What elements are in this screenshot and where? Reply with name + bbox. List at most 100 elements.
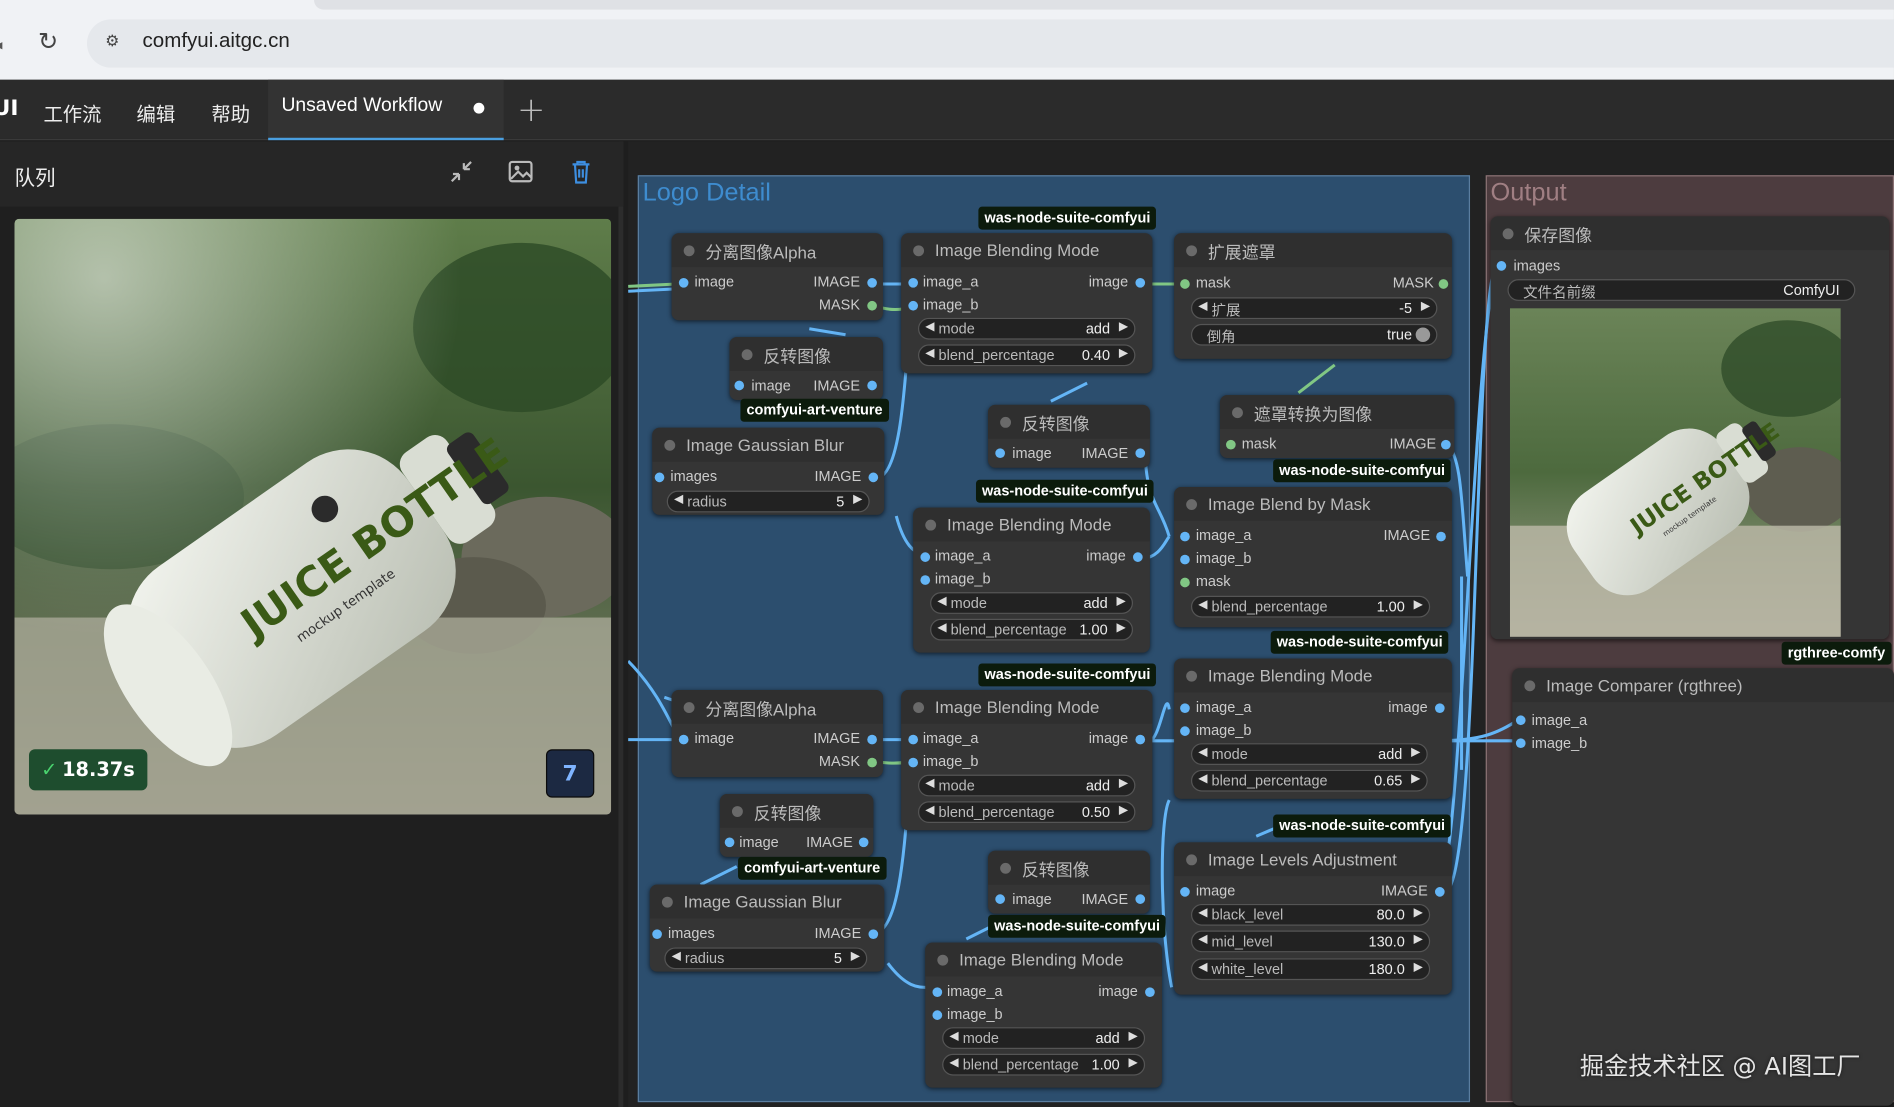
blend-percentage-widget[interactable]: ◀ blend_percentage 1.00 ▶ xyxy=(930,618,1134,641)
decrement-arrow-icon[interactable]: ◀ xyxy=(925,804,934,817)
node-expand-mask[interactable]: 扩展遮罩 mask MASK ◀ 扩展 -5 ▶ 倒角 true xyxy=(1174,233,1452,359)
collapse-dot-icon[interactable] xyxy=(664,439,676,451)
decrement-arrow-icon[interactable]: ◀ xyxy=(1198,906,1207,919)
output-pin-mask[interactable] xyxy=(867,300,877,311)
saved-image-preview[interactable]: JUICE BOTTLE mockup template xyxy=(1509,308,1841,637)
input-pin[interactable] xyxy=(995,894,1005,904)
decrement-arrow-icon[interactable]: ◀ xyxy=(949,1030,958,1043)
collapse-dot-icon[interactable] xyxy=(1186,854,1198,866)
collapse-dot-icon[interactable] xyxy=(683,702,695,714)
input-pin-b[interactable] xyxy=(1180,726,1190,736)
input-pin[interactable] xyxy=(724,837,735,848)
decrement-arrow-icon[interactable]: ◀ xyxy=(937,595,946,608)
menu-workflow[interactable]: 工作流 xyxy=(43,98,101,127)
node-levels[interactable]: Image Levels Adjustment image IMAGE ◀ bla… xyxy=(1174,842,1452,995)
node-blend-by-mask[interactable]: Image Blend by Mask image_a IMAGE image_… xyxy=(1174,487,1452,628)
node-header[interactable]: 保存图像 xyxy=(1490,216,1890,251)
mode-widget[interactable]: ◀ mode add ▶ xyxy=(1190,743,1428,765)
collapse-dot-icon[interactable] xyxy=(913,245,925,257)
input-pin-mask[interactable] xyxy=(1226,439,1236,450)
node-save-image[interactable]: 保存图像 images 文件名前缀 ComfyUI JUICE BOTTLE m… xyxy=(1490,216,1890,640)
trash-icon[interactable] xyxy=(567,158,596,187)
blend-percentage-widget[interactable]: ◀ blend_percentage 0.40 ▶ xyxy=(918,344,1136,367)
site-info-icon[interactable]: ⚙ xyxy=(99,29,126,56)
collapse-dot-icon[interactable] xyxy=(913,702,925,714)
collapse-dot-icon[interactable] xyxy=(1000,416,1012,428)
url-text[interactable]: comfyui.aitgc.cn xyxy=(143,29,290,53)
input-pin-a[interactable] xyxy=(1515,715,1526,726)
node-gaussian-blur-2[interactable]: Image Gaussian Blur images IMAGE ◀ radius… xyxy=(649,884,885,972)
node-header[interactable]: 反转图像 xyxy=(719,793,874,828)
decrement-arrow-icon[interactable]: ◀ xyxy=(949,1056,958,1069)
reload-icon[interactable]: ↻ xyxy=(35,28,62,55)
node-header[interactable]: 反转图像 xyxy=(988,850,1150,885)
node-header[interactable]: 扩展遮罩 xyxy=(1174,233,1452,268)
decrement-arrow-icon[interactable]: ◀ xyxy=(1198,772,1207,785)
mode-widget[interactable]: ◀ mode add ▶ xyxy=(930,592,1134,614)
increment-arrow-icon[interactable]: ▶ xyxy=(1129,1030,1138,1043)
increment-arrow-icon[interactable]: ▶ xyxy=(1414,598,1423,611)
decrement-arrow-icon[interactable]: ◀ xyxy=(674,493,683,506)
mid-level-widget[interactable]: ◀ mid_level 130.0 ▶ xyxy=(1190,930,1431,953)
input-pin[interactable] xyxy=(654,472,665,483)
mode-widget[interactable]: ◀ mode add ▶ xyxy=(942,1027,1146,1049)
new-tab-plus-icon[interactable]: + xyxy=(517,89,545,129)
input-pin-mask[interactable] xyxy=(1180,279,1190,289)
blend-percentage-widget[interactable]: ◀ blend_percentage 1.00 ▶ xyxy=(1190,595,1431,618)
output-pin[interactable] xyxy=(868,929,879,940)
increment-arrow-icon[interactable]: ▶ xyxy=(1119,347,1128,360)
collapse-dot-icon[interactable] xyxy=(1186,670,1198,682)
increment-arrow-icon[interactable]: ▶ xyxy=(851,950,860,963)
address-bar[interactable] xyxy=(86,19,1894,68)
node-image-comparer[interactable]: Image Comparer (rgthree) image_a image_b xyxy=(1512,668,1894,1106)
increment-arrow-icon[interactable]: ▶ xyxy=(1411,772,1420,785)
collapse-dot-icon[interactable] xyxy=(925,519,937,531)
input-pin-mask[interactable] xyxy=(1180,577,1190,588)
input-pin-a[interactable] xyxy=(932,987,943,998)
increment-arrow-icon[interactable]: ▶ xyxy=(1116,595,1125,608)
node-invert-1[interactable]: 反转图像 image IMAGE xyxy=(729,337,883,401)
output-pin[interactable] xyxy=(1436,531,1446,542)
blend-percentage-widget[interactable]: ◀ blend_percentage 0.65 ▶ xyxy=(1190,769,1428,792)
decrement-arrow-icon[interactable]: ◀ xyxy=(1198,746,1207,759)
increment-arrow-icon[interactable]: ▶ xyxy=(1414,961,1423,974)
unsaved-dot-icon[interactable] xyxy=(473,102,485,114)
input-pin[interactable] xyxy=(734,380,745,391)
node-header[interactable]: 遮罩转换为图像 xyxy=(1219,395,1455,430)
toggle-knob-icon[interactable] xyxy=(1415,327,1431,343)
output-pin[interactable] xyxy=(1135,734,1146,745)
input-pin[interactable] xyxy=(678,734,689,745)
node-header[interactable]: Image Blending Mode xyxy=(913,507,1150,542)
output-pin[interactable] xyxy=(868,472,879,483)
output-pin[interactable] xyxy=(1135,277,1146,288)
output-pin-mask[interactable] xyxy=(1438,279,1449,289)
increment-arrow-icon[interactable]: ▶ xyxy=(1414,906,1423,919)
radius-widget[interactable]: ◀ radius 5 ▶ xyxy=(666,490,870,513)
input-pin-b[interactable] xyxy=(908,757,919,768)
collapse-dot-icon[interactable] xyxy=(661,896,673,908)
blend-percentage-widget[interactable]: ◀ blend_percentage 1.00 ▶ xyxy=(942,1053,1146,1076)
input-pin-b[interactable] xyxy=(1515,738,1526,749)
input-pin-a[interactable] xyxy=(908,734,919,745)
decrement-arrow-icon[interactable]: ◀ xyxy=(672,950,681,963)
input-pin-a[interactable] xyxy=(908,277,919,288)
output-pin[interactable] xyxy=(858,837,869,848)
node-blend-mode-4[interactable]: Image Blending Mode image_a image image_… xyxy=(901,690,1153,831)
increment-arrow-icon[interactable]: ▶ xyxy=(1411,746,1420,759)
radius-widget[interactable]: ◀ radius 5 ▶ xyxy=(664,947,868,970)
filename-prefix-widget[interactable]: 文件名前缀 ComfyUI xyxy=(1507,279,1856,301)
decrement-arrow-icon[interactable]: ◀ xyxy=(1198,300,1207,313)
output-pin[interactable] xyxy=(1135,894,1146,904)
output-pin-mask[interactable] xyxy=(867,757,877,768)
output-pin[interactable] xyxy=(867,380,877,391)
decrement-arrow-icon[interactable]: ◀ xyxy=(925,347,934,360)
node-header[interactable]: 分离图像Alpha xyxy=(671,690,883,724)
node-header[interactable]: Image Gaussian Blur xyxy=(652,427,885,462)
node-header[interactable]: Image Comparer (rgthree) xyxy=(1512,668,1894,703)
collapse-icon[interactable] xyxy=(447,158,476,187)
image-gallery-icon[interactable] xyxy=(506,158,535,187)
node-split-alpha-2[interactable]: 分离图像Alpha image IMAGE MASK xyxy=(671,690,883,778)
result-count-badge[interactable]: 7 xyxy=(545,749,595,798)
mode-widget[interactable]: ◀ mode add ▶ xyxy=(918,317,1136,340)
increment-arrow-icon[interactable]: ▶ xyxy=(1119,320,1128,333)
